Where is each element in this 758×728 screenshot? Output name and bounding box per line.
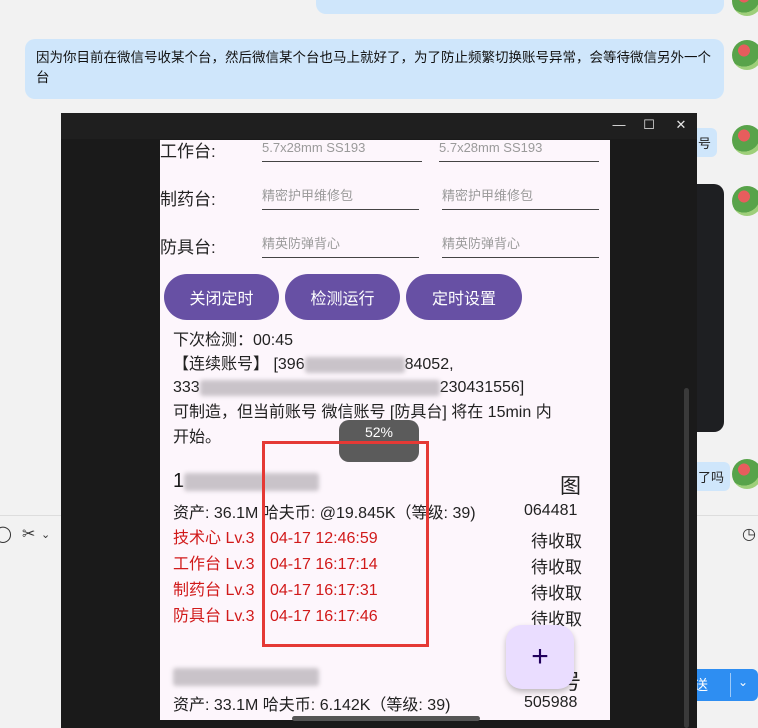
form-row-armor: 防具台: 精英防弹背心 精英防弹背心 <box>160 233 610 263</box>
add-fab-button[interactable]: + <box>506 625 574 689</box>
form-row-pharmacy: 制药台: 精密护甲维修包 精密护甲维修包 <box>160 185 610 215</box>
timer-row: 工作台 Lv.3 04-17 16:17:14 <box>173 553 378 577</box>
chat-message-bubble[interactable]: 因为你目前在微信号收某个台，然后微信某个台也马上就好了，为了防止频繁切换账号异常… <box>25 39 724 99</box>
line2-suffix: 230431556] <box>439 379 525 396</box>
horizontal-scrollbar[interactable] <box>292 716 480 721</box>
circle-icon[interactable]: ◯ <box>0 524 12 544</box>
row-label: 防具台: <box>160 238 216 257</box>
maximize-icon[interactable]: ☐ <box>639 117 659 133</box>
item-field[interactable]: 5.7x28mm SS193 <box>439 140 599 162</box>
redacted-block <box>199 379 440 396</box>
chat-bubble-previous <box>316 0 724 14</box>
chevron-down-icon[interactable]: ⌄ <box>738 675 748 689</box>
item-field[interactable]: 精英防弹背心 <box>442 235 599 258</box>
avatar[interactable] <box>732 125 758 155</box>
close-icon[interactable]: ✕ <box>671 117 691 133</box>
redacted-block <box>173 667 319 686</box>
station-name: 制药台 Lv.3 <box>173 582 255 599</box>
timer-status: 待收取 <box>531 584 582 603</box>
plus-icon: + <box>531 640 549 673</box>
redacted-block <box>304 356 405 373</box>
linked-part2: 84052, <box>404 356 454 373</box>
row-label: 制药台: <box>160 190 216 209</box>
item-field[interactable]: 精英防弹背心 <box>262 235 419 258</box>
station-name: 防具台 Lv.3 <box>173 608 255 625</box>
timer-settings-button[interactable]: 定时设置 <box>406 274 522 320</box>
chevron-down-icon[interactable]: ⌄ <box>41 528 50 541</box>
timer-status: 待收取 <box>531 532 582 551</box>
form-row-workbench: 工作台: 5.7x28mm SS193 5.7x28mm SS193 <box>160 140 610 170</box>
send-button[interactable]: 送 ⌄ <box>690 669 758 701</box>
status-message-line2: 开始。 <box>173 429 222 446</box>
station-name: 技术心 Lv.3 <box>173 530 255 547</box>
linked-accounts-line1: 【连续账号】 [396 84052, <box>173 353 454 377</box>
check-run-button[interactable]: 检测运行 <box>285 274 400 320</box>
linked-prefix: 【连续账号】 [396 <box>173 356 305 373</box>
close-timer-button[interactable]: 关闭定时 <box>164 274 279 320</box>
avatar[interactable] <box>732 186 758 216</box>
item-field[interactable]: 精密护甲维修包 <box>442 187 599 210</box>
account-id-suffix: 064481 <box>524 502 578 519</box>
timer-row: 技术心 Lv.3 04-17 12:46:59 <box>173 527 378 551</box>
account-tag: 图 <box>560 475 581 498</box>
chat-message-text: 因为你目前在微信号收某个台，然后微信某个台也马上就好了，为了防止频繁切换账号异常… <box>36 50 711 85</box>
line2-prefix: 333 <box>173 379 200 396</box>
row-label: 工作台: <box>160 142 216 161</box>
item-field[interactable]: 精密护甲维修包 <box>262 187 419 210</box>
highlight-box <box>262 441 429 647</box>
station-name: 工作台 Lv.3 <box>173 556 255 573</box>
timer-row: 防具台 Lv.3 04-17 16:17:46 <box>173 605 378 629</box>
window-titlebar[interactable]: — ☐ ✕ <box>61 113 697 139</box>
timer-row: 制药台 Lv.3 04-17 16:17:31 <box>173 579 378 603</box>
avatar[interactable] <box>732 40 758 70</box>
account-name <box>173 665 319 688</box>
account-id-suffix: 505988 <box>524 694 578 711</box>
item-field[interactable]: 5.7x28mm SS193 <box>262 140 422 162</box>
account-assets: 资产: 33.1M 哈夫币: 6.142K（等级: 39) <box>173 697 451 714</box>
avatar[interactable] <box>732 0 758 16</box>
next-check-text: 下次检测：00:45 <box>173 332 294 349</box>
clock-icon[interactable]: ◷ <box>742 524 756 544</box>
vertical-scrollbar[interactable] <box>684 388 689 728</box>
account-name-prefix: 1 <box>173 470 185 492</box>
timer-status: 待收取 <box>531 558 582 577</box>
minimize-icon[interactable]: — <box>609 117 629 132</box>
scissors-icon[interactable]: ✂ <box>22 524 35 544</box>
avatar[interactable] <box>732 459 758 489</box>
send-divider <box>730 673 731 697</box>
linked-accounts-line2: 333 230431556] <box>173 376 524 400</box>
chat-fragment: 了吗 <box>692 462 731 491</box>
